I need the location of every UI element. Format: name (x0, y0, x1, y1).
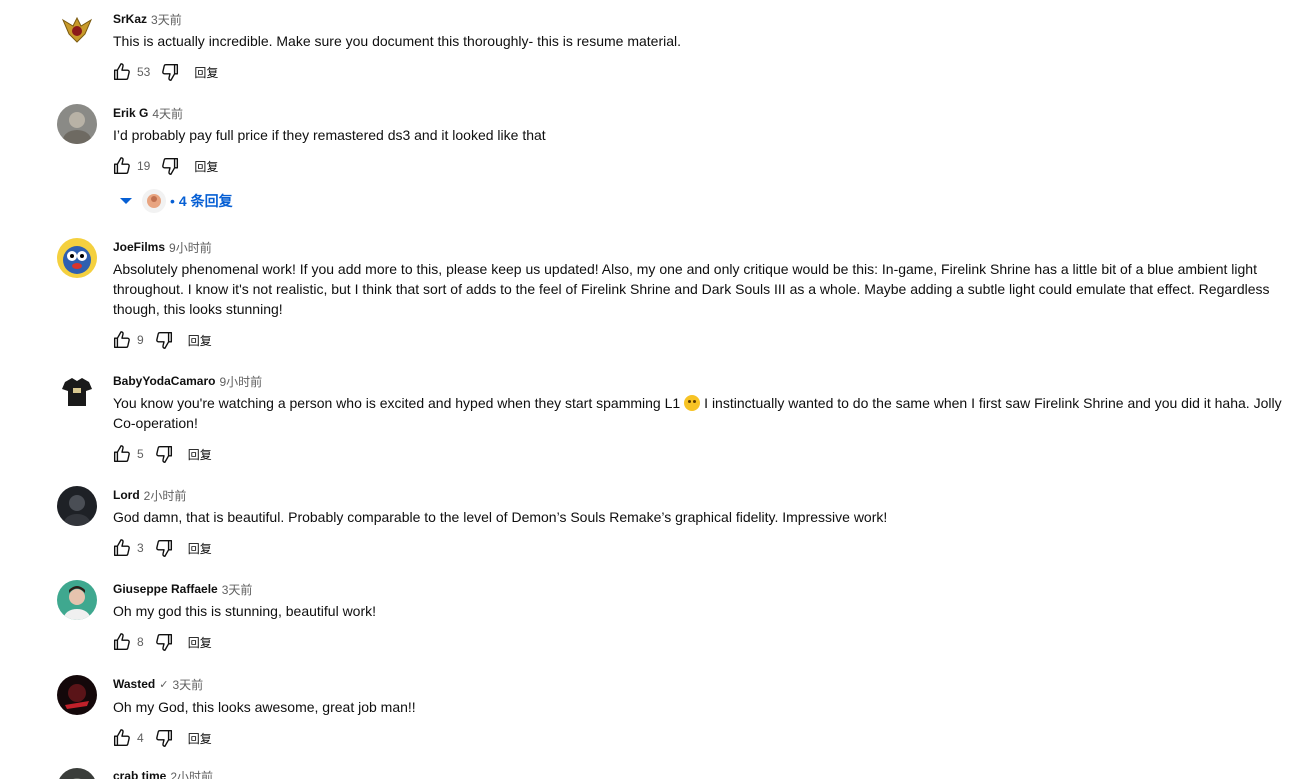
thumbs-up-icon (113, 633, 130, 651)
dark-logo-avatar-icon (57, 675, 97, 715)
separator-dot: • (170, 193, 175, 209)
thumbs-up-icon (113, 729, 130, 747)
comment-text: Absolutely phenomenal work! If you add m… (113, 261, 1270, 317)
thumbs-down-icon (155, 331, 172, 349)
like-button[interactable] (110, 726, 134, 750)
comment-author[interactable]: SrKaz (113, 12, 147, 26)
comment-text: This is actually incredible. Make sure y… (113, 33, 682, 49)
comment-author[interactable]: Wasted (113, 677, 155, 691)
dislike-button[interactable] (152, 442, 176, 466)
avatar[interactable] (57, 104, 97, 144)
like-button[interactable] (110, 328, 134, 352)
comment-timestamp[interactable]: 3天前 (151, 11, 182, 28)
avatar[interactable] (57, 486, 97, 526)
like-button[interactable] (110, 60, 134, 84)
thumbs-down-icon (155, 539, 172, 557)
comment-text: Oh my God, this looks awesome, great job… (113, 699, 416, 715)
thumbs-up-icon (113, 445, 130, 463)
avatar[interactable] (57, 238, 97, 278)
replies-count-label: 4 条回复 (178, 193, 233, 209)
laughing-emoji-icon (684, 395, 701, 411)
like-count: 3 (137, 541, 144, 555)
t-shirt-avatar-icon (57, 372, 97, 412)
comment-text-part: You know you're watching a person who is… (113, 395, 681, 411)
reply-button[interactable]: 回复 (188, 446, 212, 463)
thumbs-up-icon (113, 63, 130, 81)
thumbs-down-icon (155, 445, 172, 463)
dislike-button[interactable] (158, 60, 182, 84)
comment-timestamp[interactable]: 4天前 (152, 105, 183, 122)
comment-author[interactable]: BabyYodaCamaro (113, 374, 215, 388)
comment-author[interactable]: Giuseppe Raffaele (113, 582, 218, 596)
comment-timestamp[interactable]: 3天前 (172, 676, 203, 693)
chevron-down-icon (120, 198, 132, 204)
avatar[interactable] (57, 675, 97, 715)
like-count: 8 (137, 635, 144, 649)
like-count: 53 (137, 65, 151, 79)
comment-text: God damn, that is beautiful. Probably co… (113, 509, 888, 525)
reply-button[interactable]: 回复 (188, 634, 212, 651)
golden-emblem-icon (57, 10, 97, 50)
thumbs-up-icon (113, 539, 130, 557)
dislike-button[interactable] (152, 630, 176, 654)
reply-button[interactable]: 回复 (188, 332, 212, 349)
reply-button[interactable]: 回复 (188, 730, 212, 747)
like-count: 9 (137, 333, 144, 347)
comment-timestamp[interactable]: 9小时前 (169, 239, 212, 256)
cartoon-avatar-icon (57, 238, 97, 278)
thumbs-down-icon (162, 157, 179, 175)
comment-author[interactable]: Erik G (113, 106, 148, 120)
thumbs-down-icon (155, 633, 172, 651)
dislike-button[interactable] (158, 154, 182, 178)
comment-timestamp[interactable]: 2小时前 (170, 768, 213, 779)
profile-photo-icon (57, 486, 97, 526)
reply-button[interactable]: 回复 (194, 64, 218, 81)
comment-timestamp[interactable]: 2小时前 (144, 487, 187, 504)
comment-text: Oh my god this is stunning, beautiful wo… (113, 603, 377, 619)
comment-author[interactable]: Lord (113, 488, 140, 502)
comment-timestamp[interactable]: 9小时前 (219, 373, 262, 390)
comment-timestamp[interactable]: 3天前 (222, 581, 253, 598)
verified-check-icon: ✓ (159, 678, 169, 691)
like-count: 19 (137, 159, 151, 173)
comment-author[interactable]: JoeFilms (113, 240, 165, 254)
comment-text: I’d probably pay full price if they rema… (113, 127, 546, 143)
like-button[interactable] (110, 536, 134, 560)
reply-button[interactable]: 回复 (194, 158, 218, 175)
thumbs-up-icon (113, 331, 130, 349)
avatar[interactable] (57, 768, 97, 779)
like-button[interactable] (110, 154, 134, 178)
profile-photo-icon (57, 768, 97, 779)
creator-avatar (142, 189, 166, 213)
thumbs-down-icon (155, 729, 172, 747)
comments-feed: SrKaz 3天前 This is actually incredible. M… (0, 0, 1299, 779)
creator-avatar-icon (142, 189, 166, 213)
portrait-avatar-icon (57, 580, 97, 620)
dislike-button[interactable] (152, 328, 176, 352)
dislike-button[interactable] (152, 726, 176, 750)
thumbs-down-icon (162, 63, 179, 81)
like-button[interactable] (110, 630, 134, 654)
dislike-button[interactable] (152, 536, 176, 560)
comment-text: You know you're watching a person who is… (113, 393, 1291, 433)
like-count: 4 (137, 731, 144, 745)
view-replies-button[interactable]: • 4 条回复 (118, 187, 233, 215)
thumbs-up-icon (113, 157, 130, 175)
avatar[interactable] (57, 10, 97, 50)
reply-button[interactable]: 回复 (188, 540, 212, 557)
comment-author[interactable]: crab time (113, 769, 166, 779)
like-count: 5 (137, 447, 144, 461)
profile-photo-icon (57, 104, 97, 144)
avatar[interactable] (57, 580, 97, 620)
avatar[interactable] (57, 372, 97, 412)
like-button[interactable] (110, 442, 134, 466)
